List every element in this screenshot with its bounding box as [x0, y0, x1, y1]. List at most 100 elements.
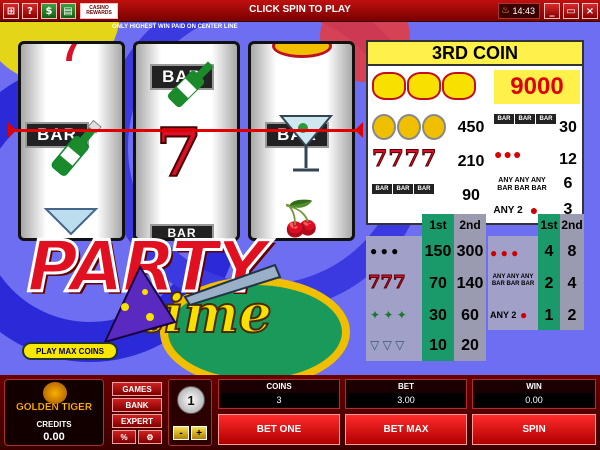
- coins-label: COINS: [266, 382, 292, 391]
- pay-2nd-row4: 20: [461, 337, 479, 354]
- payline-arrow-right: [355, 122, 363, 138]
- cashier-icon[interactable]: $: [41, 3, 57, 19]
- credits-label: CREDITS: [36, 420, 72, 429]
- top-bar: ⊞ ? $ ▤ CASINO REWARDS CLICK SPIN TO PLA…: [0, 0, 600, 22]
- reel-symbol-party-partial: [251, 44, 352, 63]
- spin-button[interactable]: SPIN: [472, 414, 596, 445]
- clock: ♨ 14:43: [498, 3, 540, 19]
- reel-symbol-seven: 7: [155, 113, 203, 193]
- coin-decrease-button[interactable]: -: [173, 426, 189, 440]
- bottle-symbols: ● ● ●: [370, 244, 399, 258]
- pay-1st-right-row1: 4: [544, 243, 554, 260]
- payline-arrow-left: [8, 122, 16, 138]
- payline: [10, 129, 362, 132]
- coin-size-widget: 1 - +: [168, 379, 212, 446]
- bottle-symbols: [372, 114, 446, 140]
- party-horn-icon: [183, 263, 282, 307]
- reel-symbol-seven-partial: 7: [60, 41, 83, 70]
- reel-2: BAR 7 BAR: [133, 41, 240, 241]
- payline-note: ONLY HIGHEST WIN PAID ON CENTER LINE: [112, 24, 238, 30]
- any-2-label: ANY 2: [490, 310, 517, 320]
- payout-seven: 210: [457, 153, 485, 170]
- payout-cherry: 12: [559, 151, 577, 168]
- help-button[interactable]: ?: [22, 3, 38, 19]
- bar-glass-symbols: BAR BAR BAR: [372, 184, 434, 194]
- win-value: 0.00: [475, 393, 593, 407]
- pay-1st-right-row3: 1: [544, 307, 554, 324]
- pay-2nd-right-row1: 8: [567, 243, 577, 260]
- casino-rewards-button[interactable]: CASINO REWARDS: [80, 3, 118, 19]
- pay-1st-row1: 150: [424, 243, 452, 260]
- clock-time: 14:43: [512, 6, 535, 16]
- status-message: CLICK SPIN TO PLAY: [249, 4, 351, 15]
- pay-2nd-row1: 300: [456, 243, 484, 260]
- tiger-icon: [43, 382, 67, 404]
- games-button[interactable]: GAMES: [112, 382, 162, 396]
- bar3-symbols: BAR BAR BAR: [494, 114, 556, 124]
- payout-glass: 90: [462, 187, 480, 204]
- header-1st: 1st: [422, 214, 454, 236]
- cherry-symbols: ● ● ●: [490, 246, 519, 260]
- header-2nd-right: 2nd: [560, 214, 584, 236]
- any-bar-label: ANY ANY ANY BAR BAR BAR: [497, 177, 547, 192]
- cherry-icon: 🍒: [280, 200, 323, 238]
- payout-bar3: 30: [559, 119, 577, 136]
- pay-2nd-row3: 60: [461, 307, 479, 324]
- close-button[interactable]: ×: [582, 3, 598, 19]
- pay-2nd-right-row3: 2: [567, 307, 577, 324]
- minimize-button[interactable]: _: [544, 3, 560, 19]
- fire-icon: ♨: [501, 5, 510, 16]
- brand-name: GOLDEN TIGER: [15, 402, 93, 413]
- expert-button[interactable]: EXPERT: [112, 414, 162, 428]
- settings-icon[interactable]: ⚙: [138, 430, 162, 444]
- payout-party-time: 9000: [494, 70, 580, 104]
- play-max-coins-badge: PLAY MAX COINS: [22, 342, 118, 360]
- coins-value: 3: [221, 393, 337, 407]
- bottle-symbols: ✦ ✦ ✦: [370, 308, 407, 322]
- pay-2nd-right-row2: 4: [567, 275, 577, 292]
- cherry-icon: ●: [520, 308, 528, 322]
- coin-increase-button[interactable]: +: [191, 426, 207, 440]
- pay-1st-row4: 10: [429, 337, 447, 354]
- win-panel: WIN 0.00: [472, 379, 596, 409]
- bet-value: 3.00: [348, 393, 464, 407]
- control-console: GOLDEN TIGER CREDITS 0.00 GAMES BANK EXP…: [0, 375, 600, 450]
- brand-panel: GOLDEN TIGER CREDITS 0.00: [4, 379, 104, 446]
- pay-1st-row2: 70: [429, 275, 447, 292]
- bet-one-button[interactable]: BET ONE: [218, 414, 340, 445]
- bet-label: BET: [398, 382, 414, 391]
- bottle-icon: [51, 119, 102, 176]
- bank-button[interactable]: BANK: [112, 398, 162, 412]
- bottle-icon: [167, 61, 214, 108]
- reel-1: 7 BAR: [18, 41, 125, 241]
- coin-size-display[interactable]: 1: [177, 386, 205, 414]
- win-label: WIN: [526, 382, 542, 391]
- header-2nd: 2nd: [454, 214, 486, 236]
- stats-icon[interactable]: ▤: [60, 3, 76, 19]
- reel-3: BAR 🍒: [248, 41, 355, 241]
- bet-max-button[interactable]: BET MAX: [345, 414, 467, 445]
- percent-button[interactable]: %: [112, 430, 136, 444]
- menu-icon[interactable]: ⊞: [3, 3, 19, 19]
- paytable-header: 3RD COIN: [368, 42, 582, 66]
- seven-symbols: 777 7: [371, 146, 437, 172]
- seven-symbols: 777: [368, 272, 407, 294]
- credits-value: 0.00: [43, 431, 65, 443]
- bet-panel: BET 3.00: [345, 379, 467, 409]
- cherry-symbols: ● ● ●: [494, 146, 522, 162]
- pay-1st-right-row2: 2: [544, 275, 554, 292]
- paytable-top: 3RD COIN 9000 450 777 7 210 BAR BAR BAR 90…: [366, 40, 584, 225]
- pay-2nd-row2: 140: [456, 275, 484, 292]
- payout-bottle: 450: [457, 119, 485, 136]
- header-1st-right: 1st: [538, 214, 560, 236]
- game-area: ONLY HIGHEST WIN PAID ON CENTER LINE 7 B…: [0, 22, 600, 375]
- martini-icon: [278, 115, 334, 172]
- payout-any-bar: 6: [563, 175, 573, 192]
- maximize-button[interactable]: ▭: [563, 3, 579, 19]
- party-time-symbols: [372, 72, 476, 100]
- any-bar-label: ANY ANY ANY BAR BAR BAR: [491, 274, 535, 287]
- pay-1st-row3: 30: [429, 307, 447, 324]
- coins-panel: COINS 3: [218, 379, 340, 409]
- glass-symbols: ▽ ▽ ▽: [370, 338, 405, 352]
- paytable-bottom: 1st 2nd 150 300 70 140 30 60 10 20 ● ● ●…: [366, 214, 584, 369]
